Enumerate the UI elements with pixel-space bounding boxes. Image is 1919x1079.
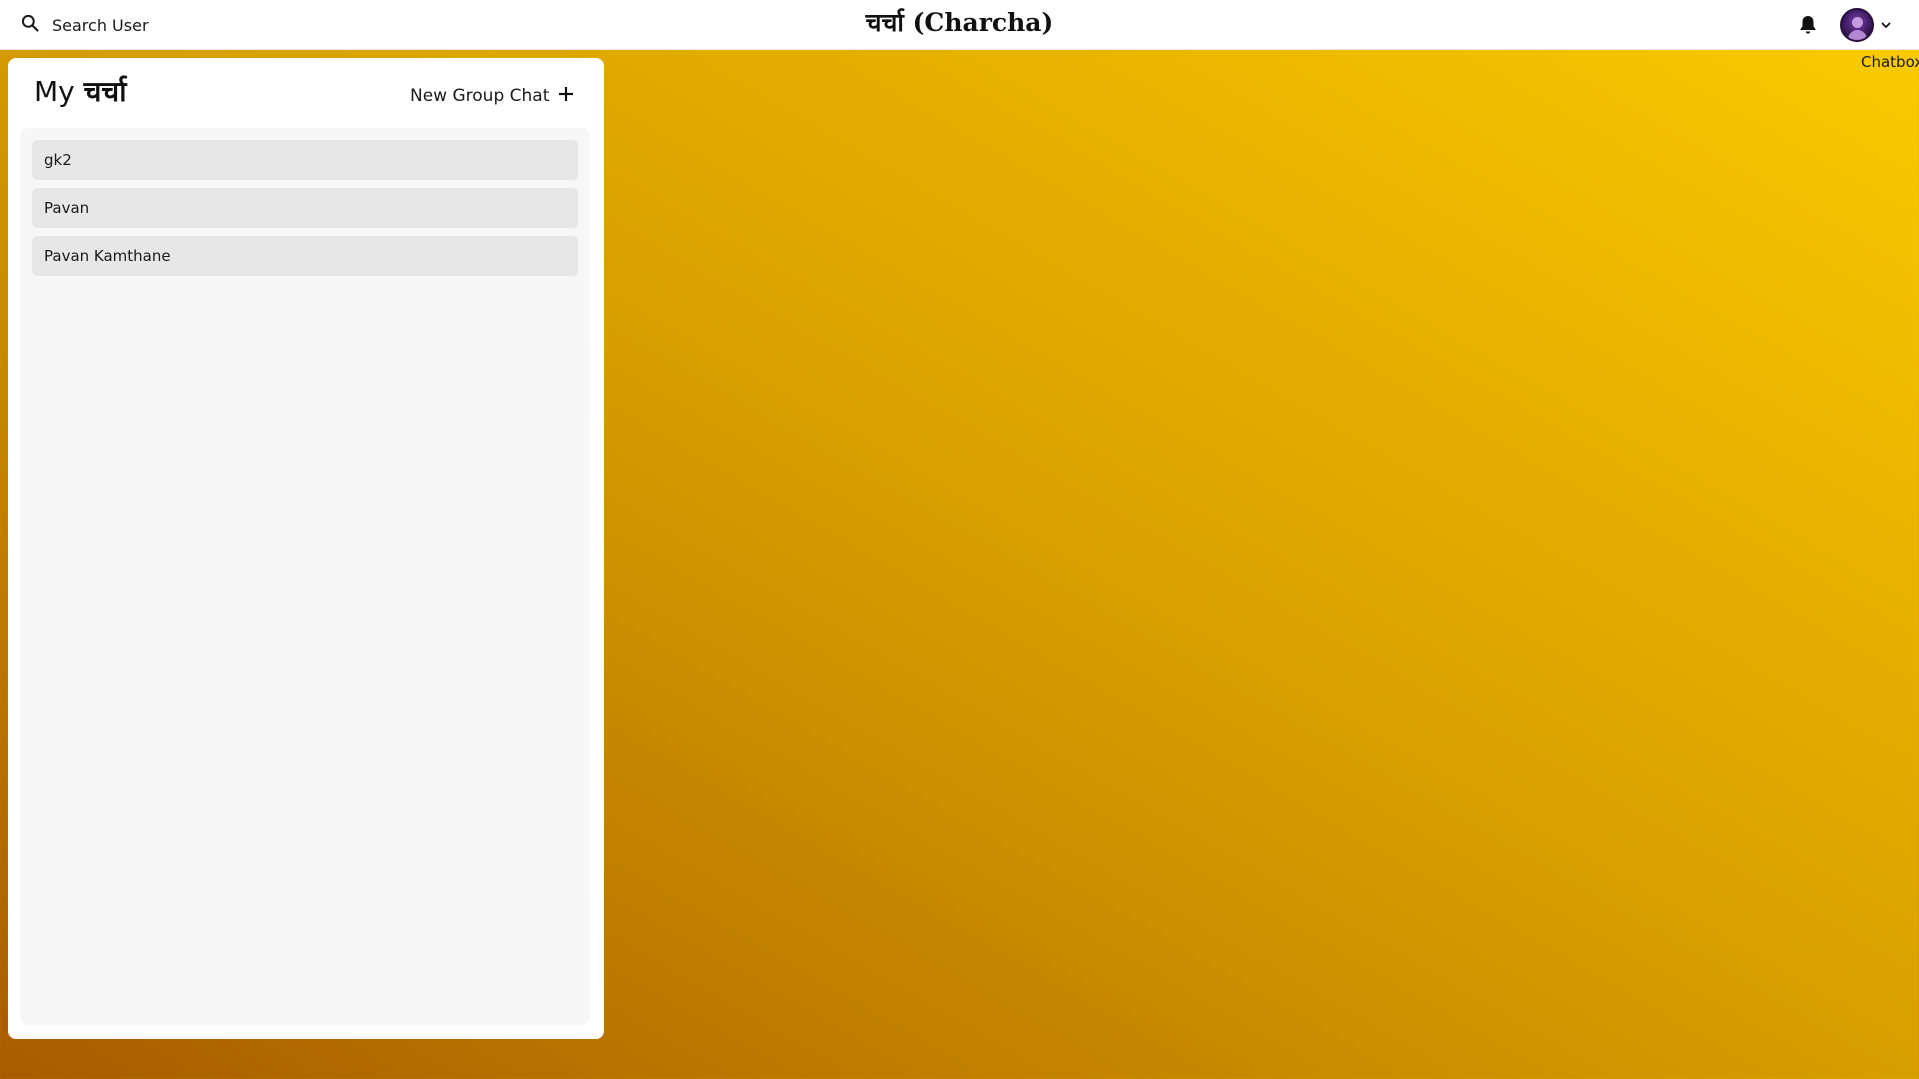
chat-list-item[interactable]: Pavan Kamthane xyxy=(32,236,578,276)
new-group-chat-button[interactable]: New Group Chat xyxy=(398,78,587,114)
profile-menu-button[interactable] xyxy=(1840,7,1892,43)
chatbox-label: Chatbox xyxy=(1861,53,1919,71)
bell-icon[interactable] xyxy=(1796,13,1820,37)
search-icon xyxy=(20,13,40,37)
plus-icon xyxy=(557,85,575,108)
panel-title-word: चर्चा xyxy=(83,75,127,108)
chat-name: gk2 xyxy=(44,151,72,169)
my-chats-panel: My चर्चा New Group Chat gk2 Pavan Pavan … xyxy=(8,58,604,1039)
search-user-label: Search User xyxy=(52,15,149,35)
chevron-down-icon xyxy=(1880,16,1892,35)
panel-title: My चर्चा xyxy=(34,72,126,110)
chat-list-item[interactable]: gk2 xyxy=(32,140,578,180)
chat-list: gk2 Pavan Pavan Kamthane xyxy=(20,128,590,1025)
chat-name: Pavan xyxy=(44,199,90,217)
app-title: चर्चा (Charcha) xyxy=(865,8,1054,37)
avatar xyxy=(1840,8,1874,42)
panel-title-prefix: My xyxy=(34,75,75,108)
top-bar: Search User चर्चा (Charcha) xyxy=(0,0,1919,50)
search-user-button[interactable]: Search User xyxy=(12,8,157,42)
chat-name: Pavan Kamthane xyxy=(44,247,171,265)
new-group-chat-label: New Group Chat xyxy=(410,86,550,106)
chat-list-item[interactable]: Pavan xyxy=(32,188,578,228)
